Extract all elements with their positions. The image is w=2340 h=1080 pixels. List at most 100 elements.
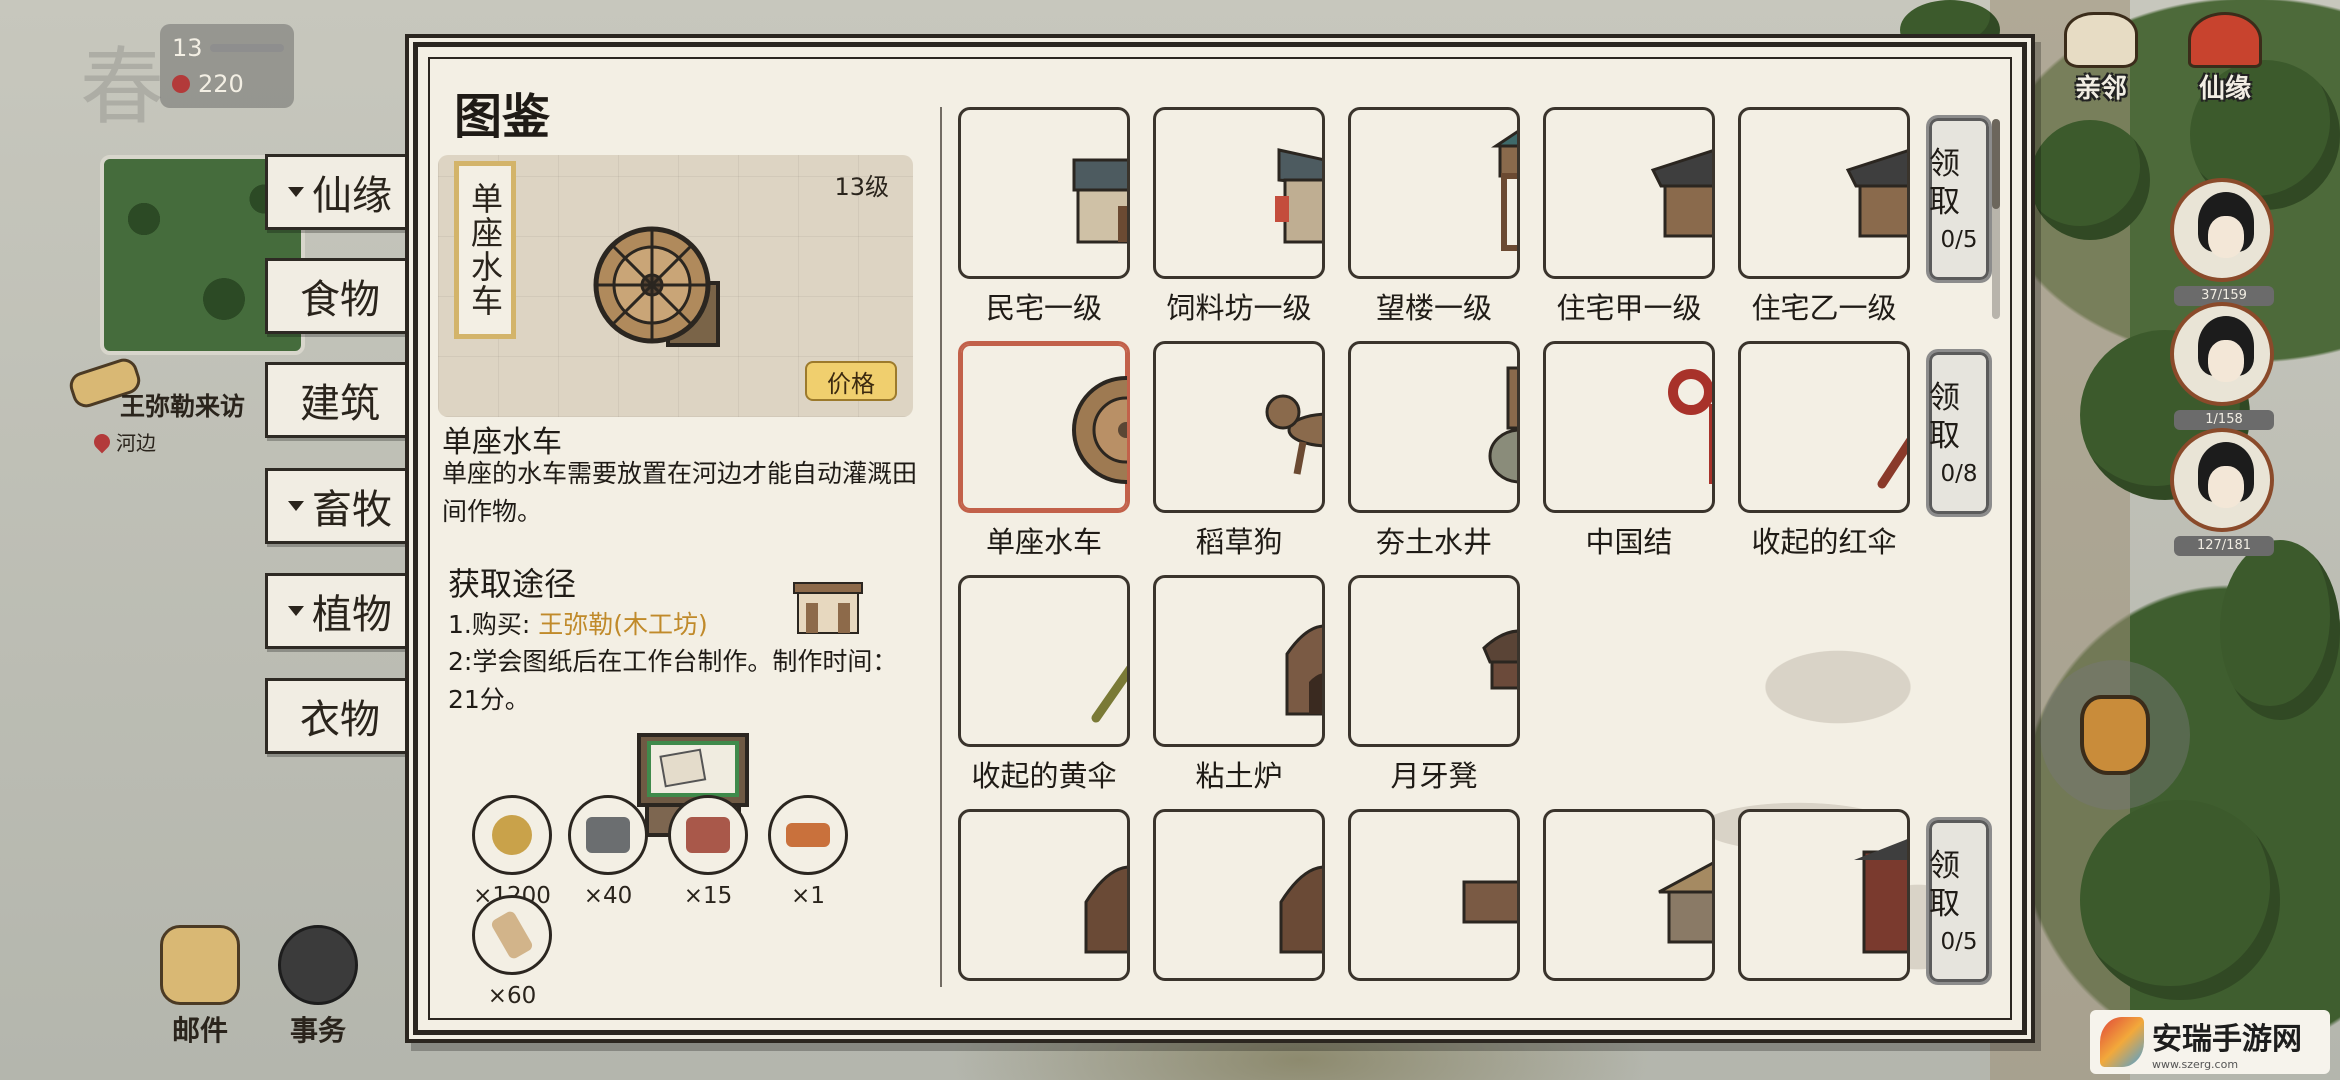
grid-item[interactable]: 收起的红伞: [1738, 341, 1910, 561]
claim-button[interactable]: 领取 0/5: [1926, 817, 1992, 985]
site-logo-icon: [2100, 1017, 2144, 1067]
watermark-url: www.szerg.com: [2152, 1057, 2239, 1071]
grid-item-label: 住宅乙一级: [1751, 291, 1897, 325]
grid-item-label: 收起的黄伞: [971, 759, 1117, 793]
material-coin[interactable]: [472, 795, 552, 875]
shrine-icon: [1279, 865, 1322, 954]
material-wood[interactable]: [472, 895, 552, 975]
grid-item[interactable]: [1543, 809, 1715, 987]
grid-item[interactable]: [1153, 809, 1325, 987]
residence-icon: [1650, 149, 1712, 238]
grid-item[interactable]: 饲料坊一级: [1153, 107, 1325, 327]
mail-button[interactable]: 邮件: [150, 925, 250, 1047]
resource-box: 13 220: [160, 24, 294, 108]
material-qty: ×1: [791, 883, 825, 909]
grid-item[interactable]: [1348, 809, 1520, 987]
merchant-link[interactable]: 王弥勒(木工坊): [538, 610, 708, 639]
feed-mill-icon: [1275, 148, 1322, 244]
grid-item[interactable]: 粘土炉: [1153, 575, 1325, 795]
house-icon: [1072, 158, 1127, 244]
xianyuan-button[interactable]: 仙缘: [2170, 12, 2280, 112]
category-tab-plants[interactable]: 植物: [265, 573, 415, 649]
yellow-umbrella-icon: [1091, 665, 1127, 723]
claim-button[interactable]: 领取 0/5: [1926, 115, 1992, 283]
affairs-button[interactable]: 事务: [268, 925, 368, 1047]
grid-item-selected[interactable]: 单座水车: [958, 341, 1130, 561]
season-indicator: 春: [80, 38, 165, 136]
waterwheel-icon: [1072, 376, 1127, 484]
category-tab-building[interactable]: 建筑: [265, 362, 415, 438]
material-brick[interactable]: [668, 795, 748, 875]
fence-icon: [1462, 880, 1517, 924]
scrollbar-thumb[interactable]: [1992, 119, 2000, 209]
watermark-title: 安瑞手游网: [2152, 1021, 2302, 1057]
grid-item[interactable]: 夯土水井: [1348, 341, 1520, 561]
grid-item[interactable]: 望楼一级: [1348, 107, 1520, 327]
interact-button[interactable]: [2040, 660, 2190, 810]
material-stone[interactable]: [568, 795, 648, 875]
stat-value: 13: [172, 34, 203, 62]
location-pin-icon: [90, 430, 114, 453]
tree: [2080, 800, 2280, 1000]
shrine-icon: [1084, 865, 1127, 954]
grid-item[interactable]: 月牙凳: [1348, 575, 1520, 795]
neighbors-button[interactable]: 亲邻: [2046, 12, 2156, 112]
grid-item-label: 稻草狗: [1195, 525, 1283, 559]
item-description: 单座的水车需要放置在河边才能自动灌溉田间作物。: [442, 459, 918, 526]
grid-scrollbar[interactable]: [1992, 119, 2000, 319]
panel-divider: [940, 107, 942, 987]
shop-icon: [793, 582, 863, 634]
visitor-location: 河边: [116, 431, 156, 455]
villager-portrait[interactable]: 37/159: [2170, 178, 2278, 306]
neighbors-label: 亲邻: [2074, 74, 2127, 104]
grid-item-label: 饲料坊一级: [1166, 291, 1312, 325]
grid-item[interactable]: 收起的黄伞: [958, 575, 1130, 795]
crescent-stool-icon: [1482, 629, 1517, 690]
avatar: [2170, 302, 2274, 406]
category-tab-label: 仙缘: [312, 173, 392, 219]
tree: [2220, 540, 2340, 720]
grid-item[interactable]: 稻草狗: [1153, 341, 1325, 561]
grid-item-label: 住宅甲一级: [1556, 291, 1702, 325]
grid-item-label: 单座水车: [985, 525, 1102, 559]
villager-portrait[interactable]: 1/158: [2170, 302, 2278, 430]
category-tab-food[interactable]: 食物: [265, 258, 415, 334]
residence-icon: [1845, 149, 1907, 238]
gem-icon: [172, 75, 190, 93]
avatar: [2170, 428, 2274, 532]
gem-count: 220: [198, 70, 244, 98]
obtain-method-buy: 1.购买: 王弥勒(木工坊): [448, 610, 708, 639]
ingot-icon: [786, 823, 830, 847]
item-preview: 单座水车 13级 价格: [438, 155, 913, 417]
chevron-down-icon: [288, 501, 304, 511]
grid-item-label: 望楼一级: [1375, 291, 1492, 325]
price-button[interactable]: 价格: [805, 361, 897, 401]
claim-progress: 0/5: [1940, 929, 1978, 955]
material-qty: ×40: [583, 883, 633, 909]
villager-hp: 1/158: [2174, 410, 2274, 430]
category-tab-livestock[interactable]: 畜牧: [265, 468, 415, 544]
watchtower-icon: [1491, 130, 1517, 251]
brick-icon: [686, 817, 730, 853]
preview-name-tag: 单座水车: [454, 161, 516, 339]
grid-item[interactable]: 民宅一级: [958, 107, 1130, 327]
material-qty: ×60: [487, 983, 537, 1009]
grid-item[interactable]: 住宅甲一级: [1543, 107, 1715, 327]
grid-item[interactable]: 住宅乙一级: [1738, 107, 1910, 327]
category-tab-label: 畜牧: [312, 487, 392, 533]
claim-label: 领取: [1929, 380, 1960, 454]
claim-label: 领取: [1929, 848, 1960, 922]
item-grid[interactable]: 民宅一级 饲料坊一级 望楼一级 住宅甲一级 住宅乙一级 领取 0/5 单座水车 …: [958, 107, 1998, 1007]
xianyuan-label: 仙缘: [2198, 74, 2251, 104]
material-copper[interactable]: [768, 795, 848, 875]
grid-item-label: 夯土水井: [1375, 525, 1492, 559]
villager-portrait[interactable]: 127/181: [2170, 428, 2278, 556]
grid-item-label: 中国结: [1585, 525, 1673, 559]
grid-item[interactable]: [958, 809, 1130, 987]
grid-item[interactable]: [1738, 809, 1910, 987]
mail-scroll-icon: [160, 925, 240, 1005]
category-tab-clothing[interactable]: 衣物: [265, 678, 415, 754]
claim-button[interactable]: 领取 0/8: [1926, 349, 1992, 517]
grid-item[interactable]: 中国结: [1543, 341, 1715, 561]
category-tab-xianyuan[interactable]: 仙缘: [265, 154, 415, 230]
